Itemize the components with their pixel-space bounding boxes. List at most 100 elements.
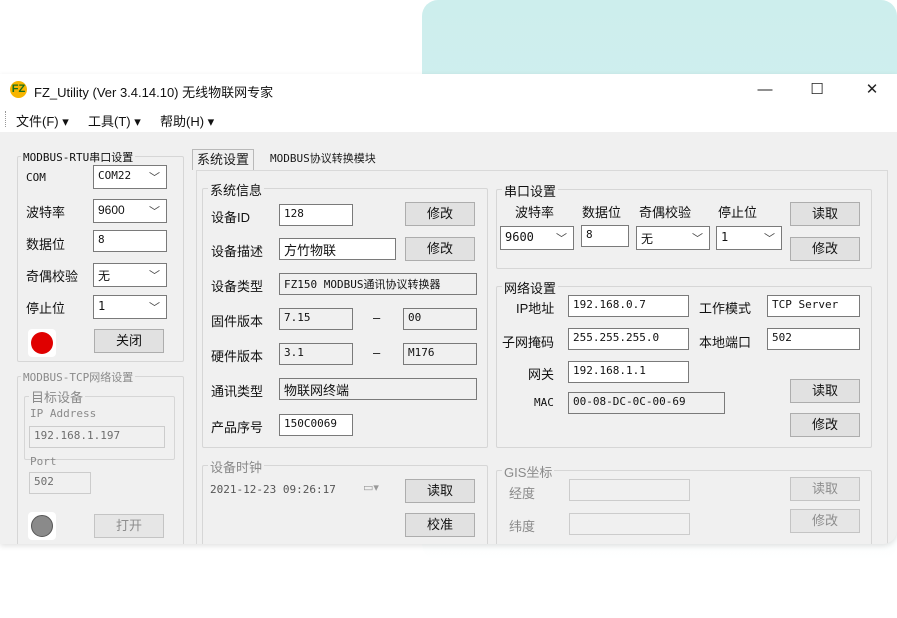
device-type-field: FZ150 MODBUS通讯协议转换器 (279, 273, 477, 295)
device-clock-title: 设备时钟 (208, 457, 265, 476)
latitude-field[interactable] (569, 513, 690, 535)
gis-modify-button[interactable]: 修改 (790, 509, 860, 533)
device-desc-field[interactable]: 方竹物联 (279, 238, 396, 260)
chevron-down-icon: ﹀ (764, 232, 775, 245)
tcp-open-button[interactable]: 打开 (94, 514, 164, 538)
chevron-down-icon: ﹀ (556, 232, 567, 245)
work-mode-field[interactable]: TCP Server (767, 295, 860, 317)
rtu-serial-title: MODBUS-RTU串口设置 (21, 149, 136, 165)
toolbar-grip[interactable] (5, 111, 8, 127)
device-type-label: 设备类型 (211, 279, 264, 294)
longitude-field[interactable] (569, 479, 690, 501)
databits-field[interactable]: 8 (93, 230, 167, 252)
latitude-label: 纬度 (509, 519, 536, 534)
clock-read-button[interactable]: 读取 (405, 479, 475, 503)
tab-modbus-conversion[interactable]: MODBUS协议转换模块 (266, 149, 380, 169)
serial-parity-select[interactable]: 无 ﹀ (636, 226, 710, 250)
hardware-label: 硬件版本 (211, 349, 264, 364)
menu-file[interactable]: 文件(F) ▾ (16, 111, 69, 130)
window-title: FZ_Utility (Ver 3.4.14.10) 无线物联网专家 (34, 85, 274, 100)
work-mode-label: 工作模式 (699, 301, 752, 316)
device-id-field[interactable]: 128 (279, 204, 353, 226)
serial-header-baud: 波特率 (515, 205, 555, 220)
title-bar: FZ FZ_Utility (Ver 3.4.14.10) 无线物联网专家 — … (0, 74, 897, 106)
firmware-minor-field: 00 (403, 308, 477, 330)
ip-field[interactable]: 192.168.0.7 (568, 295, 689, 317)
device-id-label: 设备ID (211, 210, 251, 225)
system-info-title: 系统信息 (208, 180, 265, 199)
longitude-label: 经度 (509, 486, 536, 501)
menu-tools[interactable]: 工具(T) ▾ (88, 111, 141, 130)
status-led-gray-icon (31, 515, 53, 537)
parity-select[interactable]: 无 ﹀ (93, 263, 167, 287)
gateway-field[interactable]: 192.168.1.1 (568, 361, 689, 383)
maximize-button[interactable]: ☐ (797, 78, 837, 102)
clock-calibrate-button[interactable]: 校准 (405, 513, 475, 537)
comm-type-field: 物联网终端 (279, 378, 477, 400)
menu-help[interactable]: 帮助(H) ▾ (160, 111, 214, 130)
network-settings-title: 网络设置 (502, 278, 559, 297)
serial-header-parity: 奇偶校验 (639, 205, 692, 220)
device-desc-label: 设备描述 (211, 244, 264, 259)
gis-title: GIS坐标 (502, 462, 555, 481)
port-field[interactable]: 502 (29, 472, 91, 494)
network-modify-button[interactable]: 修改 (790, 413, 860, 437)
subnet-mask-field[interactable]: 255.255.255.0 (568, 328, 689, 350)
chevron-down-icon: ﹀ (149, 171, 160, 184)
close-button[interactable]: ✕ (852, 78, 892, 102)
com-label: COM (26, 171, 46, 184)
port-label: Port (30, 455, 57, 468)
serial-number-field[interactable]: 150C0069 (279, 414, 353, 436)
serial-read-button[interactable]: 读取 (790, 202, 860, 226)
chevron-down-icon: ﹀ (692, 233, 703, 245)
tcp-group-title: MODBUS-TCP网络设置 (21, 369, 136, 385)
minimize-button[interactable]: — (745, 78, 785, 102)
hardware-dash: – (373, 345, 381, 360)
baud-label: 波特率 (26, 205, 66, 220)
serial-stopbits-select[interactable]: 1 ﹀ (716, 226, 782, 250)
hardware-major-field: 3.1 (279, 343, 353, 365)
databits-label: 数据位 (26, 237, 66, 252)
calendar-dropdown-icon[interactable]: ▭▾ (363, 481, 393, 499)
status-led-red-icon (31, 332, 53, 354)
ip-address-label: IP Address (30, 407, 97, 420)
firmware-label: 固件版本 (211, 314, 264, 329)
target-group-title: 目标设备 (29, 387, 86, 406)
tcp-led-bg (28, 512, 56, 540)
parity-label: 奇偶校验 (26, 269, 79, 284)
background-fade (422, 545, 897, 618)
firmware-major-field: 7.15 (279, 308, 353, 330)
chevron-down-icon: ﹀ (149, 301, 160, 314)
status-led-bg (28, 329, 56, 357)
serial-baud-select[interactable]: 9600 ﹀ (500, 226, 574, 250)
rtu-close-button[interactable]: 关闭 (94, 329, 164, 353)
serial-modify-button[interactable]: 修改 (790, 237, 860, 261)
chevron-down-icon: ﹀ (149, 206, 160, 218)
app-logo-icon: FZ (10, 81, 27, 98)
chevron-down-icon: ﹀ (149, 270, 160, 282)
modify-desc-button[interactable]: 修改 (405, 237, 475, 261)
stopbits-label: 停止位 (26, 301, 66, 316)
modify-id-button[interactable]: 修改 (405, 202, 475, 226)
tab-system-settings[interactable]: 系统设置 (192, 149, 255, 170)
mac-field: 00-08-DC-0C-00-69 (568, 392, 725, 414)
network-read-button[interactable]: 读取 (790, 379, 860, 403)
local-port-field[interactable]: 502 (767, 328, 860, 350)
serial-header-stopbits: 停止位 (718, 205, 758, 220)
serial-header-databits: 数据位 (582, 205, 622, 220)
com-select[interactable]: COM22 ﹀ (93, 165, 167, 189)
serial-number-label: 产品序号 (211, 420, 264, 435)
baud-select[interactable]: 9600 ﹀ (93, 199, 167, 223)
firmware-dash: – (373, 310, 381, 325)
hardware-minor-field: M176 (403, 343, 477, 365)
device-clock-value[interactable]: 2021-12-23 09:26:17 (210, 483, 336, 496)
gis-read-button[interactable]: 读取 (790, 477, 860, 501)
stopbits-select[interactable]: 1 ﹀ (93, 295, 167, 319)
menu-bar: 文件(F) ▾ 工具(T) ▾ 帮助(H) ▾ (0, 106, 897, 133)
local-port-label: 本地端口 (699, 335, 752, 350)
gateway-label: 网关 (528, 367, 555, 382)
serial-settings-title: 串口设置 (502, 181, 559, 200)
mac-label: MAC (534, 396, 554, 409)
serial-databits-field[interactable]: 8 (581, 225, 629, 247)
ip-address-field[interactable]: 192.168.1.197 (29, 426, 165, 448)
